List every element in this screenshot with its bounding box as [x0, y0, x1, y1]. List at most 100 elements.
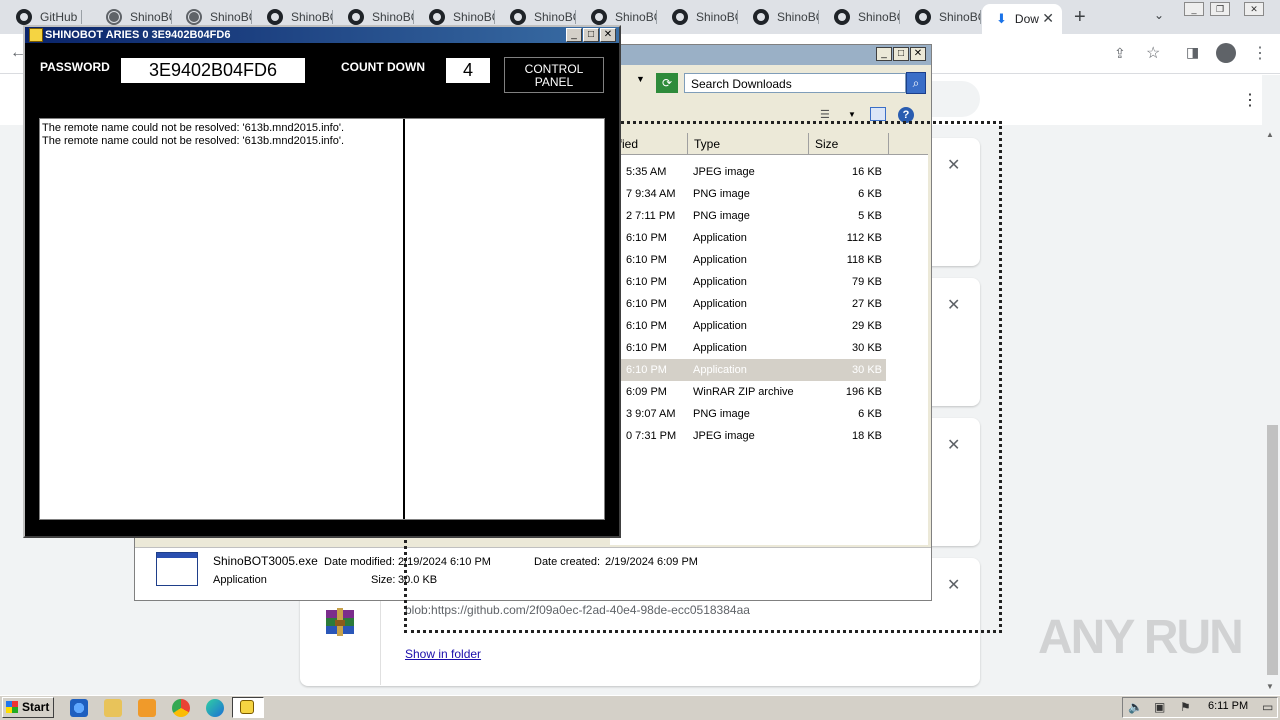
file-type: Application — [693, 320, 747, 332]
show-in-folder-link[interactable]: Show in folder — [405, 647, 481, 661]
browser-tab[interactable]: ShinoBO — [739, 4, 819, 30]
shinobot-titlebar[interactable]: SHINOBOT ARIES 0 3E9402B04FD6 — [25, 27, 619, 43]
file-row[interactable]: 6:10 PM Application 30 KB — [610, 359, 886, 381]
restore-browser-button[interactable]: ❐ — [1210, 2, 1230, 16]
file-modified: 6:09 PM — [626, 386, 667, 398]
action-center-flag-icon[interactable]: ⚑ — [1180, 700, 1191, 714]
tab-label: ShinoBO — [130, 10, 172, 24]
tab-search-button[interactable]: ⌄ — [1154, 8, 1164, 22]
download-icon: ⬇ — [996, 11, 1007, 26]
explorer-close-button[interactable]: ✕ — [910, 47, 926, 61]
github-icon — [915, 9, 931, 25]
github-icon — [16, 9, 32, 25]
github-icon — [348, 9, 364, 25]
explorer-maximize-button[interactable]: □ — [893, 47, 909, 61]
explorer-search-input[interactable]: Search Downloads — [684, 73, 906, 93]
remove-download-icon[interactable]: ✕ — [947, 295, 960, 315]
volume-icon[interactable]: 🔈 — [1128, 700, 1143, 714]
close-tab-icon[interactable]: ✕ — [1042, 10, 1054, 27]
file-row[interactable]: 6:10 PM Application 79 KB — [610, 271, 886, 293]
explorer-minimize-button[interactable]: _ — [876, 47, 892, 61]
share-icon[interactable]: ⇪ — [1114, 45, 1126, 62]
column-type[interactable]: Type — [688, 133, 809, 155]
file-row[interactable]: 0 7:31 PM JPEG image 18 KB — [610, 425, 886, 447]
tab-separator — [737, 10, 738, 24]
file-row[interactable]: 2 7:11 PM PNG image 5 KB — [610, 205, 886, 227]
remove-download-icon[interactable]: ✕ — [947, 155, 960, 175]
tab-label: ShinoBO — [210, 10, 252, 24]
column-date-modified[interactable]: ified — [610, 133, 688, 155]
anyrun-watermark: ANY RUN — [1038, 611, 1244, 664]
file-type: Application — [693, 232, 747, 244]
log-divider — [403, 119, 405, 519]
file-row[interactable]: 6:10 PM Application 30 KB — [610, 337, 886, 359]
browser-tab[interactable]: ShinoBO — [820, 4, 900, 30]
file-row[interactable]: 6:10 PM Application 27 KB — [610, 293, 886, 315]
show-desktop-icon[interactable]: ▭ — [1262, 700, 1273, 714]
close-browser-button[interactable]: ✕ — [1244, 2, 1264, 16]
remove-download-icon[interactable]: ✕ — [947, 435, 960, 455]
file-row[interactable]: 6:09 PM WinRAR ZIP archive 196 KB — [610, 381, 886, 403]
edge-icon[interactable] — [206, 699, 224, 717]
shinobot-taskbar-icon — [240, 700, 254, 714]
file-type: Application — [693, 276, 747, 288]
file-row[interactable]: 6:10 PM Application 29 KB — [610, 315, 886, 337]
tab-separator — [656, 10, 657, 24]
tab-label: ShinoBO — [615, 10, 657, 24]
profile-avatar[interactable] — [1216, 43, 1236, 63]
file-row[interactable]: 6:10 PM Application 118 KB — [610, 249, 886, 271]
file-size: 118 KB — [846, 254, 882, 266]
file-row[interactable]: 7 9:34 AM PNG image 6 KB — [610, 183, 886, 205]
file-modified: 5:35 AM — [626, 166, 667, 178]
tab-separator — [575, 10, 576, 24]
media-player-icon[interactable] — [138, 699, 156, 717]
shinobot-maximize-button[interactable]: □ — [583, 28, 599, 42]
file-explorer-icon[interactable] — [104, 699, 122, 717]
chrome-icon[interactable] — [172, 699, 190, 717]
github-icon — [591, 9, 607, 25]
network-icon[interactable]: ▣ — [1154, 700, 1165, 714]
new-tab-button[interactable]: + — [1074, 6, 1086, 29]
scrollbar-thumb[interactable] — [1267, 425, 1278, 675]
file-row[interactable]: 5:35 AM JPEG image 16 KB — [610, 161, 886, 183]
control-panel-button[interactable]: CONTROL PANEL — [504, 57, 604, 93]
refresh-button[interactable]: ⟳ — [656, 73, 678, 93]
shinobot-minimize-button[interactable]: _ — [566, 28, 582, 42]
preview-pane-icon[interactable] — [870, 107, 886, 121]
tab-downloads[interactable]: ⬇ Dow ✕ — [982, 4, 1062, 34]
detail-size-value: 30.0 KB — [398, 574, 438, 586]
tab-label: Dow — [1014, 12, 1039, 26]
scroll-down-arrow-icon[interactable]: ▼ — [1266, 682, 1274, 691]
file-size: 112 KB — [846, 232, 882, 244]
side-panel-icon[interactable]: ◨ — [1186, 44, 1199, 61]
search-button[interactable]: ⌕ — [906, 72, 926, 94]
views-icon[interactable]: ☰ — [820, 108, 830, 121]
scroll-up-arrow-icon[interactable]: ▲ — [1266, 130, 1274, 139]
file-type: PNG image — [693, 408, 750, 420]
detail-modified-value: 2/19/2024 6:10 PM — [398, 556, 491, 568]
file-row[interactable]: 3 9:07 AM PNG image 6 KB — [610, 403, 886, 425]
browser-tab[interactable]: ShinoBO — [901, 4, 981, 30]
internet-explorer-icon[interactable] — [70, 699, 88, 717]
column-size[interactable]: Size — [809, 133, 889, 155]
file-modified: 6:10 PM — [626, 298, 667, 310]
download-source-url: blob:https://github.com/2f09a0ec-f2ad-40… — [405, 603, 750, 617]
file-row[interactable]: 6:10 PM Application 112 KB — [610, 227, 886, 249]
bookmark-star-icon[interactable]: ☆ — [1146, 43, 1160, 63]
help-icon[interactable]: ? — [898, 107, 914, 123]
file-size: 16 KB — [852, 166, 882, 178]
chrome-menu-icon[interactable]: ⋮ — [1252, 43, 1268, 63]
github-icon — [834, 9, 850, 25]
minimize-browser-button[interactable]: _ — [1184, 2, 1204, 16]
taskbar-clock[interactable]: 6:11 PM — [1208, 700, 1248, 712]
file-modified: 7 9:34 AM — [626, 188, 676, 200]
file-type: WinRAR ZIP archive — [693, 386, 794, 398]
address-dropdown-icon[interactable]: ▼ — [636, 74, 645, 84]
views-dropdown-icon[interactable]: ▼ — [848, 110, 856, 119]
shinobot-close-button[interactable]: ✕ — [600, 28, 616, 42]
remove-download-icon[interactable]: ✕ — [947, 575, 960, 595]
downloads-menu-icon[interactable]: ⋮ — [1242, 90, 1258, 110]
file-modified: 2 7:11 PM — [626, 210, 676, 222]
browser-tab[interactable]: ShinoBO — [658, 4, 738, 30]
tab-label: ShinoBO — [858, 10, 900, 24]
